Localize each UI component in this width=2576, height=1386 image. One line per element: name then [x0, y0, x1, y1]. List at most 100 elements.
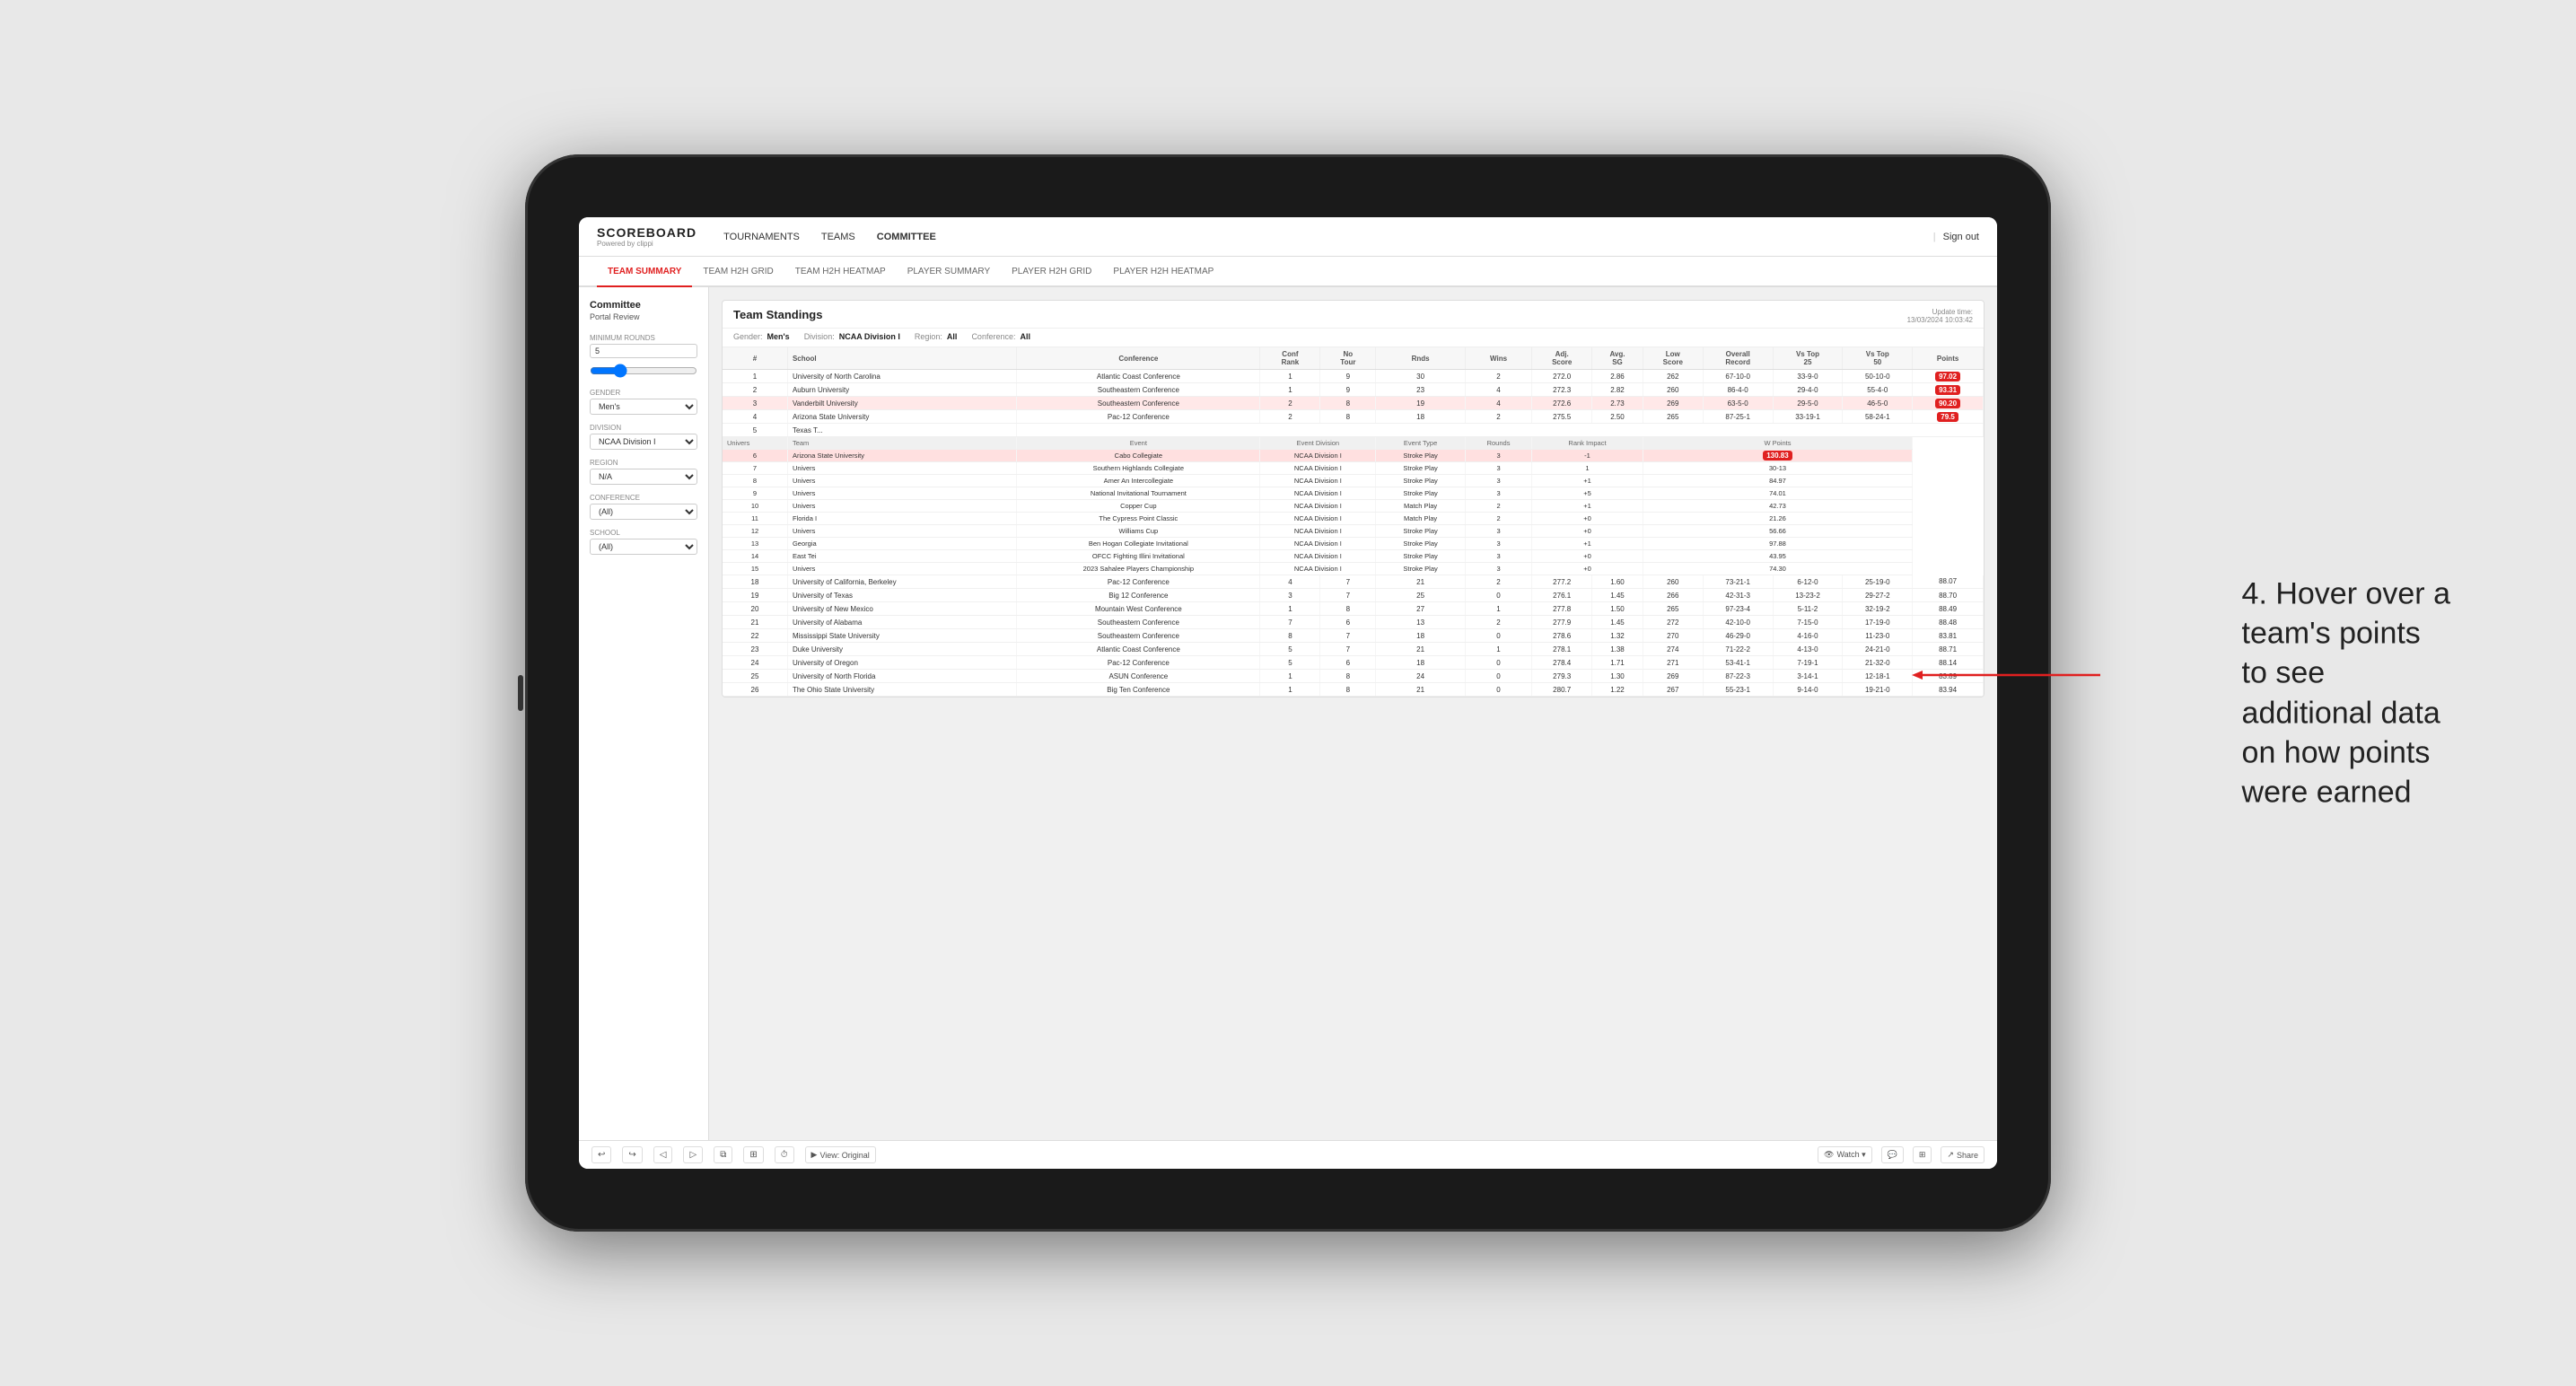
tooltip-cell-division: NCAA Division I — [1260, 525, 1376, 538]
min-rounds-slider[interactable] — [590, 364, 697, 378]
tab-player-summary[interactable]: PLAYER SUMMARY — [897, 257, 1001, 287]
table-row: 23 Duke University Atlantic Coast Confer… — [723, 643, 1984, 656]
tooltip-cell-event: Williams Cup — [1017, 525, 1260, 538]
cell-school: Duke University — [787, 643, 1016, 656]
cell-vs50: 55-4-0 — [1843, 383, 1913, 397]
tooltip-cell-team: East Tei — [787, 550, 1016, 563]
cell-overall: 53-41-1 — [1703, 656, 1773, 670]
gender-label: Gender — [590, 389, 697, 397]
comment-button[interactable]: 💬 — [1881, 1146, 1904, 1163]
table-row: 1 University of North Carolina Atlantic … — [723, 370, 1984, 383]
cell-avg-sg: 1.50 — [1592, 602, 1643, 616]
watch-button[interactable]: 👁 Watch ▾ — [1818, 1146, 1872, 1163]
cell-rank: 19 — [723, 589, 787, 602]
col-points: Points — [1913, 347, 1984, 370]
cell-school: University of Oregon — [787, 656, 1016, 670]
cell-points[interactable]: 83.89 — [1913, 670, 1984, 683]
cell-no-tour: 8 — [1320, 683, 1376, 697]
copy-button[interactable]: ⧉ — [714, 1146, 732, 1163]
paste-button[interactable]: ⊞ — [743, 1146, 763, 1163]
tooltip-cell-rounds: 3 — [1465, 475, 1531, 487]
cell-vs25: 29-4-0 — [1773, 383, 1843, 397]
tooltip-cell-points: 74.01 — [1643, 487, 1912, 500]
cell-vs50: 21-32-0 — [1843, 656, 1913, 670]
cell-points[interactable]: 88.07 — [1913, 575, 1984, 589]
tab-player-h2h-heatmap[interactable]: PLAYER H2H HEATMAP — [1102, 257, 1224, 287]
cell-conference: Southeastern Conference — [1017, 383, 1260, 397]
undo-button[interactable]: ↩ — [591, 1146, 611, 1163]
tooltip-cell-event: The Cypress Point Classic — [1017, 513, 1260, 525]
cell-points[interactable]: 93.31 — [1913, 383, 1984, 397]
redo-button[interactable]: ↪ — [622, 1146, 642, 1163]
tooltip-cell-points: 130.83 — [1643, 450, 1912, 462]
cell-rank: 23 — [723, 643, 787, 656]
filter-gender-value: Men's — [767, 332, 790, 341]
table-row: 18 University of California, Berkeley Pa… — [723, 575, 1984, 589]
cell-points[interactable]: 88.71 — [1913, 643, 1984, 656]
grid-button[interactable]: ⊞ — [1913, 1146, 1932, 1163]
cell-no-tour: 7 — [1320, 629, 1376, 643]
cell-avg-sg: 1.71 — [1592, 656, 1643, 670]
cell-low-score: 272 — [1643, 616, 1703, 629]
cell-points[interactable]: 97.02 — [1913, 370, 1984, 383]
cell-rank: 21 — [723, 616, 787, 629]
cell-conf-rank: 2 — [1260, 410, 1320, 424]
cell-points[interactable]: 83.81 — [1913, 629, 1984, 643]
forward-button[interactable]: ▷ — [683, 1146, 703, 1163]
cell-adj-score: 277.8 — [1532, 602, 1592, 616]
cell-overall: 67-10-0 — [1703, 370, 1773, 383]
back-button[interactable]: ◁ — [653, 1146, 673, 1163]
cell-points[interactable]: 79.5 — [1913, 410, 1984, 424]
col-vs50: Vs Top50 — [1843, 347, 1913, 370]
cell-points[interactable]: 88.48 — [1913, 616, 1984, 629]
division-select[interactable]: NCAA Division I NCAA Division II NCAA Di… — [590, 434, 697, 450]
cell-rnds: 18 — [1376, 410, 1466, 424]
standings-title: Team Standings — [733, 308, 822, 321]
tab-team-h2h-heatmap[interactable]: TEAM H2H HEATMAP — [784, 257, 897, 287]
cell-points[interactable]: 88.14 — [1913, 656, 1984, 670]
tab-team-h2h-grid[interactable]: TEAM H2H GRID — [692, 257, 784, 287]
share-button[interactable]: ↗ Share — [1941, 1146, 1985, 1163]
cell-points[interactable]: 83.94 — [1913, 683, 1984, 697]
eye-icon: 👁 — [1824, 1150, 1834, 1160]
cell-no-tour: 6 — [1320, 616, 1376, 629]
cell-wins: 0 — [1465, 589, 1531, 602]
tab-team-summary[interactable]: TEAM SUMMARY — [597, 257, 692, 287]
min-rounds-input[interactable] — [590, 344, 697, 358]
view-original-button[interactable]: ▶ View: Original — [805, 1146, 876, 1163]
tooltip-cell-rank: +1 — [1532, 538, 1643, 550]
nav-committee[interactable]: COMMITTEE — [877, 228, 936, 246]
tooltip-cell-rank: -1 — [1532, 450, 1643, 462]
cell-avg-sg: 2.82 — [1592, 383, 1643, 397]
sign-out-button[interactable]: Sign out — [1943, 232, 1979, 242]
nav-teams[interactable]: TEAMS — [821, 228, 855, 246]
filter-gender-label: Gender: — [733, 332, 763, 341]
table-row: 21 University of Alabama Southeastern Co… — [723, 616, 1984, 629]
filter-division-label: Division: — [804, 332, 835, 341]
cell-conf-rank: 1 — [1260, 670, 1320, 683]
conference-select[interactable]: (All) — [590, 504, 697, 520]
tooltip-data-row: 7 Univers Southern Highlands Collegiate … — [723, 462, 1984, 475]
cell-points[interactable]: 90.20 — [1913, 397, 1984, 410]
nav-tournaments[interactable]: TOURNAMENTS — [723, 228, 800, 246]
school-select[interactable]: (All) — [590, 539, 697, 555]
gender-select[interactable]: Men's Women's — [590, 399, 697, 415]
region-select[interactable]: N/A All — [590, 469, 697, 485]
cell-empty — [1017, 424, 1984, 437]
cell-points[interactable]: 88.70 — [1913, 589, 1984, 602]
cell-low-score: 265 — [1643, 410, 1703, 424]
clock-button[interactable]: ⏱ — [775, 1146, 794, 1163]
sidebar-title: Committee — [590, 300, 697, 311]
cell-low-score: 262 — [1643, 370, 1703, 383]
cell-low-score: 266 — [1643, 589, 1703, 602]
cell-school: Auburn University — [787, 383, 1016, 397]
cell-conf-rank: 5 — [1260, 656, 1320, 670]
cell-points[interactable]: 88.49 — [1913, 602, 1984, 616]
toolbar-right: 👁 Watch ▾ 💬 ⊞ ↗ Share — [1818, 1146, 1985, 1163]
cell-conference: Pac-12 Conference — [1017, 410, 1260, 424]
tooltip-cell-team: Georgia — [787, 538, 1016, 550]
tooltip-cell: 7 — [723, 462, 787, 475]
tab-player-h2h-grid[interactable]: PLAYER H2H GRID — [1001, 257, 1102, 287]
filter-region-value: All — [947, 332, 958, 341]
tooltip-cell-team: Univers — [787, 487, 1016, 500]
